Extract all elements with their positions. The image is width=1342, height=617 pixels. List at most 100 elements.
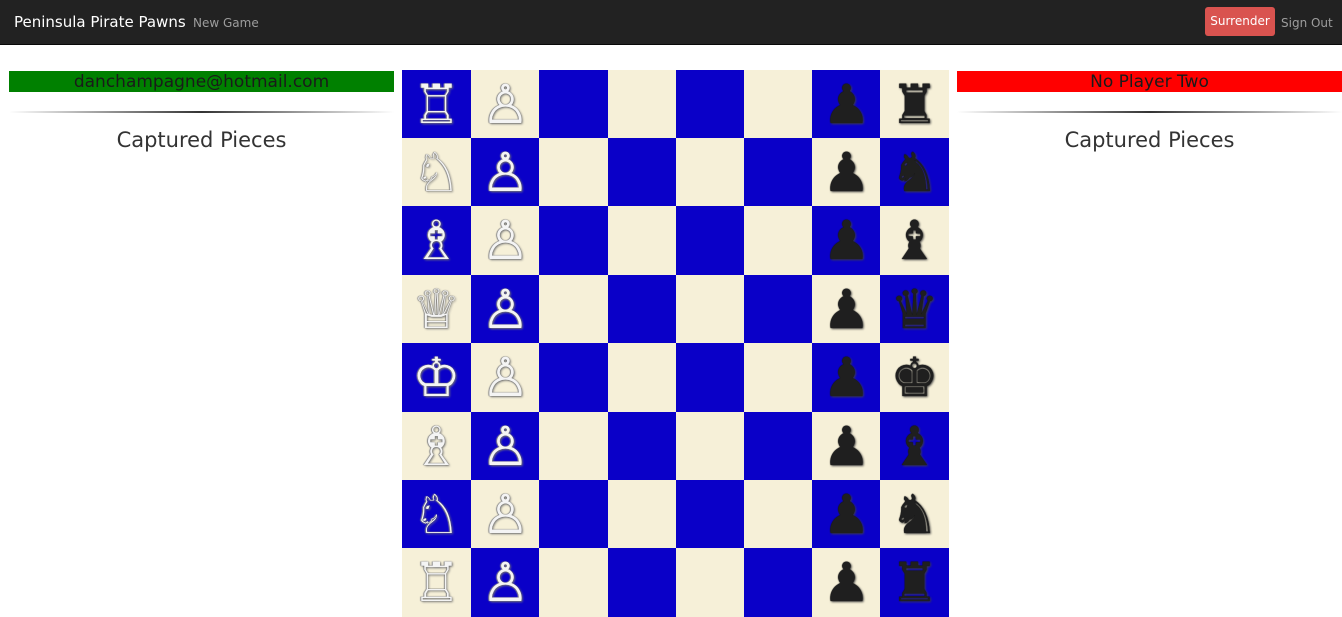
- board-square[interactable]: ♟: [812, 138, 881, 207]
- board-square[interactable]: [608, 412, 677, 481]
- board-square[interactable]: [744, 343, 813, 412]
- board-square[interactable]: [744, 480, 813, 549]
- board-square[interactable]: [539, 480, 608, 549]
- board-square[interactable]: ♗: [402, 206, 471, 275]
- white-knight-icon[interactable]: ♘: [412, 142, 460, 203]
- board-square[interactable]: ♗: [402, 412, 471, 481]
- black-bishop-icon[interactable]: ♝: [890, 210, 938, 271]
- board-square[interactable]: ♟: [812, 480, 881, 549]
- board-square[interactable]: ♟: [812, 412, 881, 481]
- board-square[interactable]: [676, 412, 745, 481]
- white-bishop-icon[interactable]: ♗: [412, 210, 460, 271]
- board-square[interactable]: ♞: [880, 480, 949, 549]
- board-square[interactable]: ♖: [402, 70, 471, 139]
- board-square[interactable]: ♟: [812, 343, 881, 412]
- black-knight-icon[interactable]: ♞: [890, 142, 938, 203]
- board-square[interactable]: [608, 138, 677, 207]
- black-rook-icon[interactable]: ♜: [890, 552, 938, 613]
- black-queen-icon[interactable]: ♛: [890, 279, 938, 340]
- board-square[interactable]: [608, 70, 677, 139]
- white-pawn-icon[interactable]: ♙: [481, 416, 529, 477]
- black-pawn-icon[interactable]: ♟: [822, 416, 870, 477]
- board-square[interactable]: [744, 275, 813, 344]
- board-square[interactable]: ♞: [880, 138, 949, 207]
- board-square[interactable]: [539, 412, 608, 481]
- board-square[interactable]: [539, 138, 608, 207]
- board-square[interactable]: [676, 70, 745, 139]
- board-square[interactable]: ♙: [471, 206, 540, 275]
- board-square[interactable]: ♕: [402, 275, 471, 344]
- board-square[interactable]: ♝: [880, 412, 949, 481]
- board-square[interactable]: [676, 548, 745, 617]
- board-square[interactable]: [744, 70, 813, 139]
- board-square[interactable]: [676, 480, 745, 549]
- board-square[interactable]: ♚: [880, 343, 949, 412]
- board-square[interactable]: [539, 343, 608, 412]
- sign-out-link[interactable]: Sign Out: [1281, 16, 1333, 30]
- board-square[interactable]: ♙: [471, 548, 540, 617]
- white-knight-icon[interactable]: ♘: [412, 484, 460, 545]
- board-square[interactable]: ♘: [402, 138, 471, 207]
- black-king-icon[interactable]: ♚: [890, 347, 938, 408]
- board-square[interactable]: [676, 206, 745, 275]
- white-pawn-icon[interactable]: ♙: [481, 347, 529, 408]
- board-square[interactable]: ♙: [471, 412, 540, 481]
- black-pawn-icon[interactable]: ♟: [822, 210, 870, 271]
- board-square[interactable]: [608, 480, 677, 549]
- black-pawn-icon[interactable]: ♟: [822, 142, 870, 203]
- board-square[interactable]: ♛: [880, 275, 949, 344]
- black-pawn-icon[interactable]: ♟: [822, 279, 870, 340]
- board-square[interactable]: ♙: [471, 138, 540, 207]
- board-square[interactable]: ♘: [402, 480, 471, 549]
- black-pawn-icon[interactable]: ♟: [822, 74, 870, 135]
- board-square[interactable]: ♝: [880, 206, 949, 275]
- board-square[interactable]: [608, 275, 677, 344]
- white-pawn-icon[interactable]: ♙: [481, 74, 529, 135]
- board-square[interactable]: ♙: [471, 480, 540, 549]
- white-queen-icon[interactable]: ♕: [412, 279, 460, 340]
- board-square[interactable]: [744, 206, 813, 275]
- brand-link[interactable]: Peninsula Pirate Pawns: [14, 13, 186, 31]
- board-square[interactable]: [676, 138, 745, 207]
- board-square[interactable]: ♟: [812, 275, 881, 344]
- black-pawn-icon[interactable]: ♟: [822, 347, 870, 408]
- white-pawn-icon[interactable]: ♙: [481, 210, 529, 271]
- black-knight-icon[interactable]: ♞: [890, 484, 938, 545]
- board-square[interactable]: [676, 275, 745, 344]
- board-square[interactable]: [744, 548, 813, 617]
- board-square[interactable]: ♙: [471, 275, 540, 344]
- black-bishop-icon[interactable]: ♝: [890, 416, 938, 477]
- chess-board[interactable]: ♖ ♙ ♟ ♜ ♘ ♙ ♟ ♞ ♗ ♙ ♟ ♝ ♕ ♙ ♟ ♛ ♔ ♙ ♟ ♚ ♗ ♙ ♟ ♝ ♘ ♙ ♟ ♞ ♖ ♙ ♟ ♜: [402, 70, 949, 617]
- white-pawn-icon[interactable]: ♙: [481, 484, 529, 545]
- new-game-link[interactable]: New Game: [193, 16, 259, 30]
- board-square[interactable]: [608, 548, 677, 617]
- board-square[interactable]: [608, 343, 677, 412]
- board-square[interactable]: ♜: [880, 70, 949, 139]
- white-rook-icon[interactable]: ♖: [412, 74, 460, 135]
- board-square[interactable]: [608, 206, 677, 275]
- white-pawn-icon[interactable]: ♙: [481, 279, 529, 340]
- board-square[interactable]: ♖: [402, 548, 471, 617]
- black-rook-icon[interactable]: ♜: [890, 74, 938, 135]
- board-square[interactable]: [539, 70, 608, 139]
- black-pawn-icon[interactable]: ♟: [822, 552, 870, 613]
- board-square[interactable]: ♜: [880, 548, 949, 617]
- black-pawn-icon[interactable]: ♟: [822, 484, 870, 545]
- board-square[interactable]: ♙: [471, 70, 540, 139]
- white-king-icon[interactable]: ♔: [412, 347, 460, 408]
- surrender-button[interactable]: Surrender: [1205, 7, 1275, 36]
- white-rook-icon[interactable]: ♖: [412, 552, 460, 613]
- board-square[interactable]: ♔: [402, 343, 471, 412]
- board-square[interactable]: [744, 138, 813, 207]
- board-square[interactable]: ♟: [812, 206, 881, 275]
- board-square[interactable]: [744, 412, 813, 481]
- white-bishop-icon[interactable]: ♗: [412, 416, 460, 477]
- white-pawn-icon[interactable]: ♙: [481, 142, 529, 203]
- board-square[interactable]: ♟: [812, 70, 881, 139]
- board-square[interactable]: ♙: [471, 343, 540, 412]
- board-square[interactable]: [539, 548, 608, 617]
- board-square[interactable]: [539, 275, 608, 344]
- board-square[interactable]: [676, 343, 745, 412]
- white-pawn-icon[interactable]: ♙: [481, 552, 529, 613]
- board-square[interactable]: ♟: [812, 548, 881, 617]
